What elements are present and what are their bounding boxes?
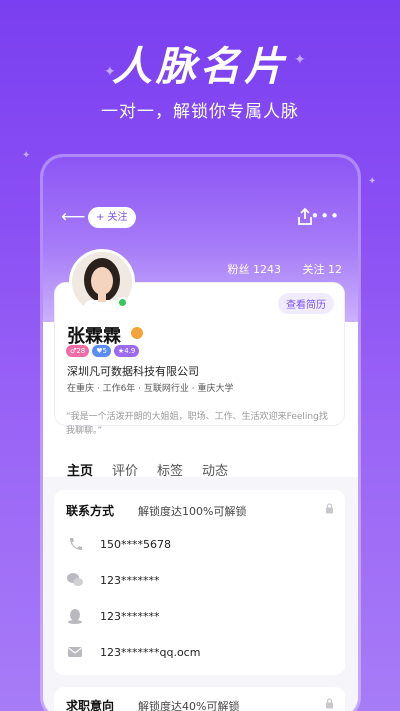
following-count[interactable]: 关注 12 — [303, 263, 343, 276]
top-nav: ⟵ + 关注 ••• — [57, 207, 344, 229]
follow-button[interactable]: + 关注 — [88, 207, 136, 228]
view-resume-button[interactable]: 查看简历 — [278, 293, 334, 314]
contact-row-qq[interactable]: 123******* — [66, 606, 160, 626]
verified-badge-icon — [131, 327, 143, 339]
rating-badge: ★4.9 — [113, 345, 140, 357]
company-name: 深圳凡可数据科技有限公司 — [67, 365, 199, 378]
lock-icon — [326, 698, 333, 709]
promo-headline: 人脉名片 — [112, 44, 288, 90]
qq-value: 123******* — [100, 609, 160, 623]
gender-age-badge: ♂28 — [66, 345, 90, 357]
job-intent-section: 求职意向 解锁度达40%可解锁 — [54, 687, 345, 711]
user-badges: ♂28 ♥5 ★4.9 — [66, 345, 140, 357]
contact-row-mail[interactable]: 123*******qq.ocm — [66, 642, 200, 662]
contact-row-phone[interactable]: 150****5678 — [66, 534, 171, 554]
follow-stats: 粉丝 1243 关注 12 — [210, 261, 343, 277]
wechat-icon — [67, 573, 83, 586]
mail-value: 123*******qq.ocm — [100, 645, 201, 659]
job-hint: 解锁度达40%可解锁 — [138, 700, 240, 711]
phone-mockup: ⟵ + 关注 ••• 粉丝 1243 关注 12 查看简历 张霖霖 ♂28 ♥5… — [43, 157, 358, 711]
sparkle-icon: ✦ — [368, 176, 377, 187]
contact-hint: 解锁度达100%可解锁 — [138, 505, 247, 518]
mail-icon — [68, 647, 82, 657]
promo-subline: 一对一，解锁你专属人脉 — [101, 102, 299, 122]
lock-icon — [326, 503, 333, 514]
back-arrow-icon[interactable]: ⟵ — [61, 207, 85, 227]
phone-value: 150****5678 — [100, 537, 171, 551]
fans-count[interactable]: 粉丝 1243 — [228, 263, 282, 276]
sparkle-icon: ✦ — [22, 150, 31, 161]
user-bio: “我是一个活泼开朗的大姐姐，职场、工作、生活欢迎来Feeling找我聊聊。” — [66, 412, 328, 436]
more-icon[interactable]: ••• — [310, 209, 340, 224]
qq-icon — [68, 609, 82, 624]
contact-row-wechat[interactable]: 123******* — [66, 570, 160, 590]
contact-section: 联系方式 解锁度达100%可解锁 150****5678 123******* … — [54, 490, 345, 675]
online-status-dot — [117, 297, 128, 308]
user-meta: 在重庆 · 工作6年 · 互联网行业 · 重庆大学 — [67, 384, 234, 394]
phone-icon — [70, 538, 82, 550]
wechat-value: 123******* — [100, 573, 160, 587]
job-title: 求职意向 — [66, 699, 115, 711]
likes-badge: ♥5 — [92, 345, 111, 357]
contact-title: 联系方式 — [66, 504, 115, 518]
